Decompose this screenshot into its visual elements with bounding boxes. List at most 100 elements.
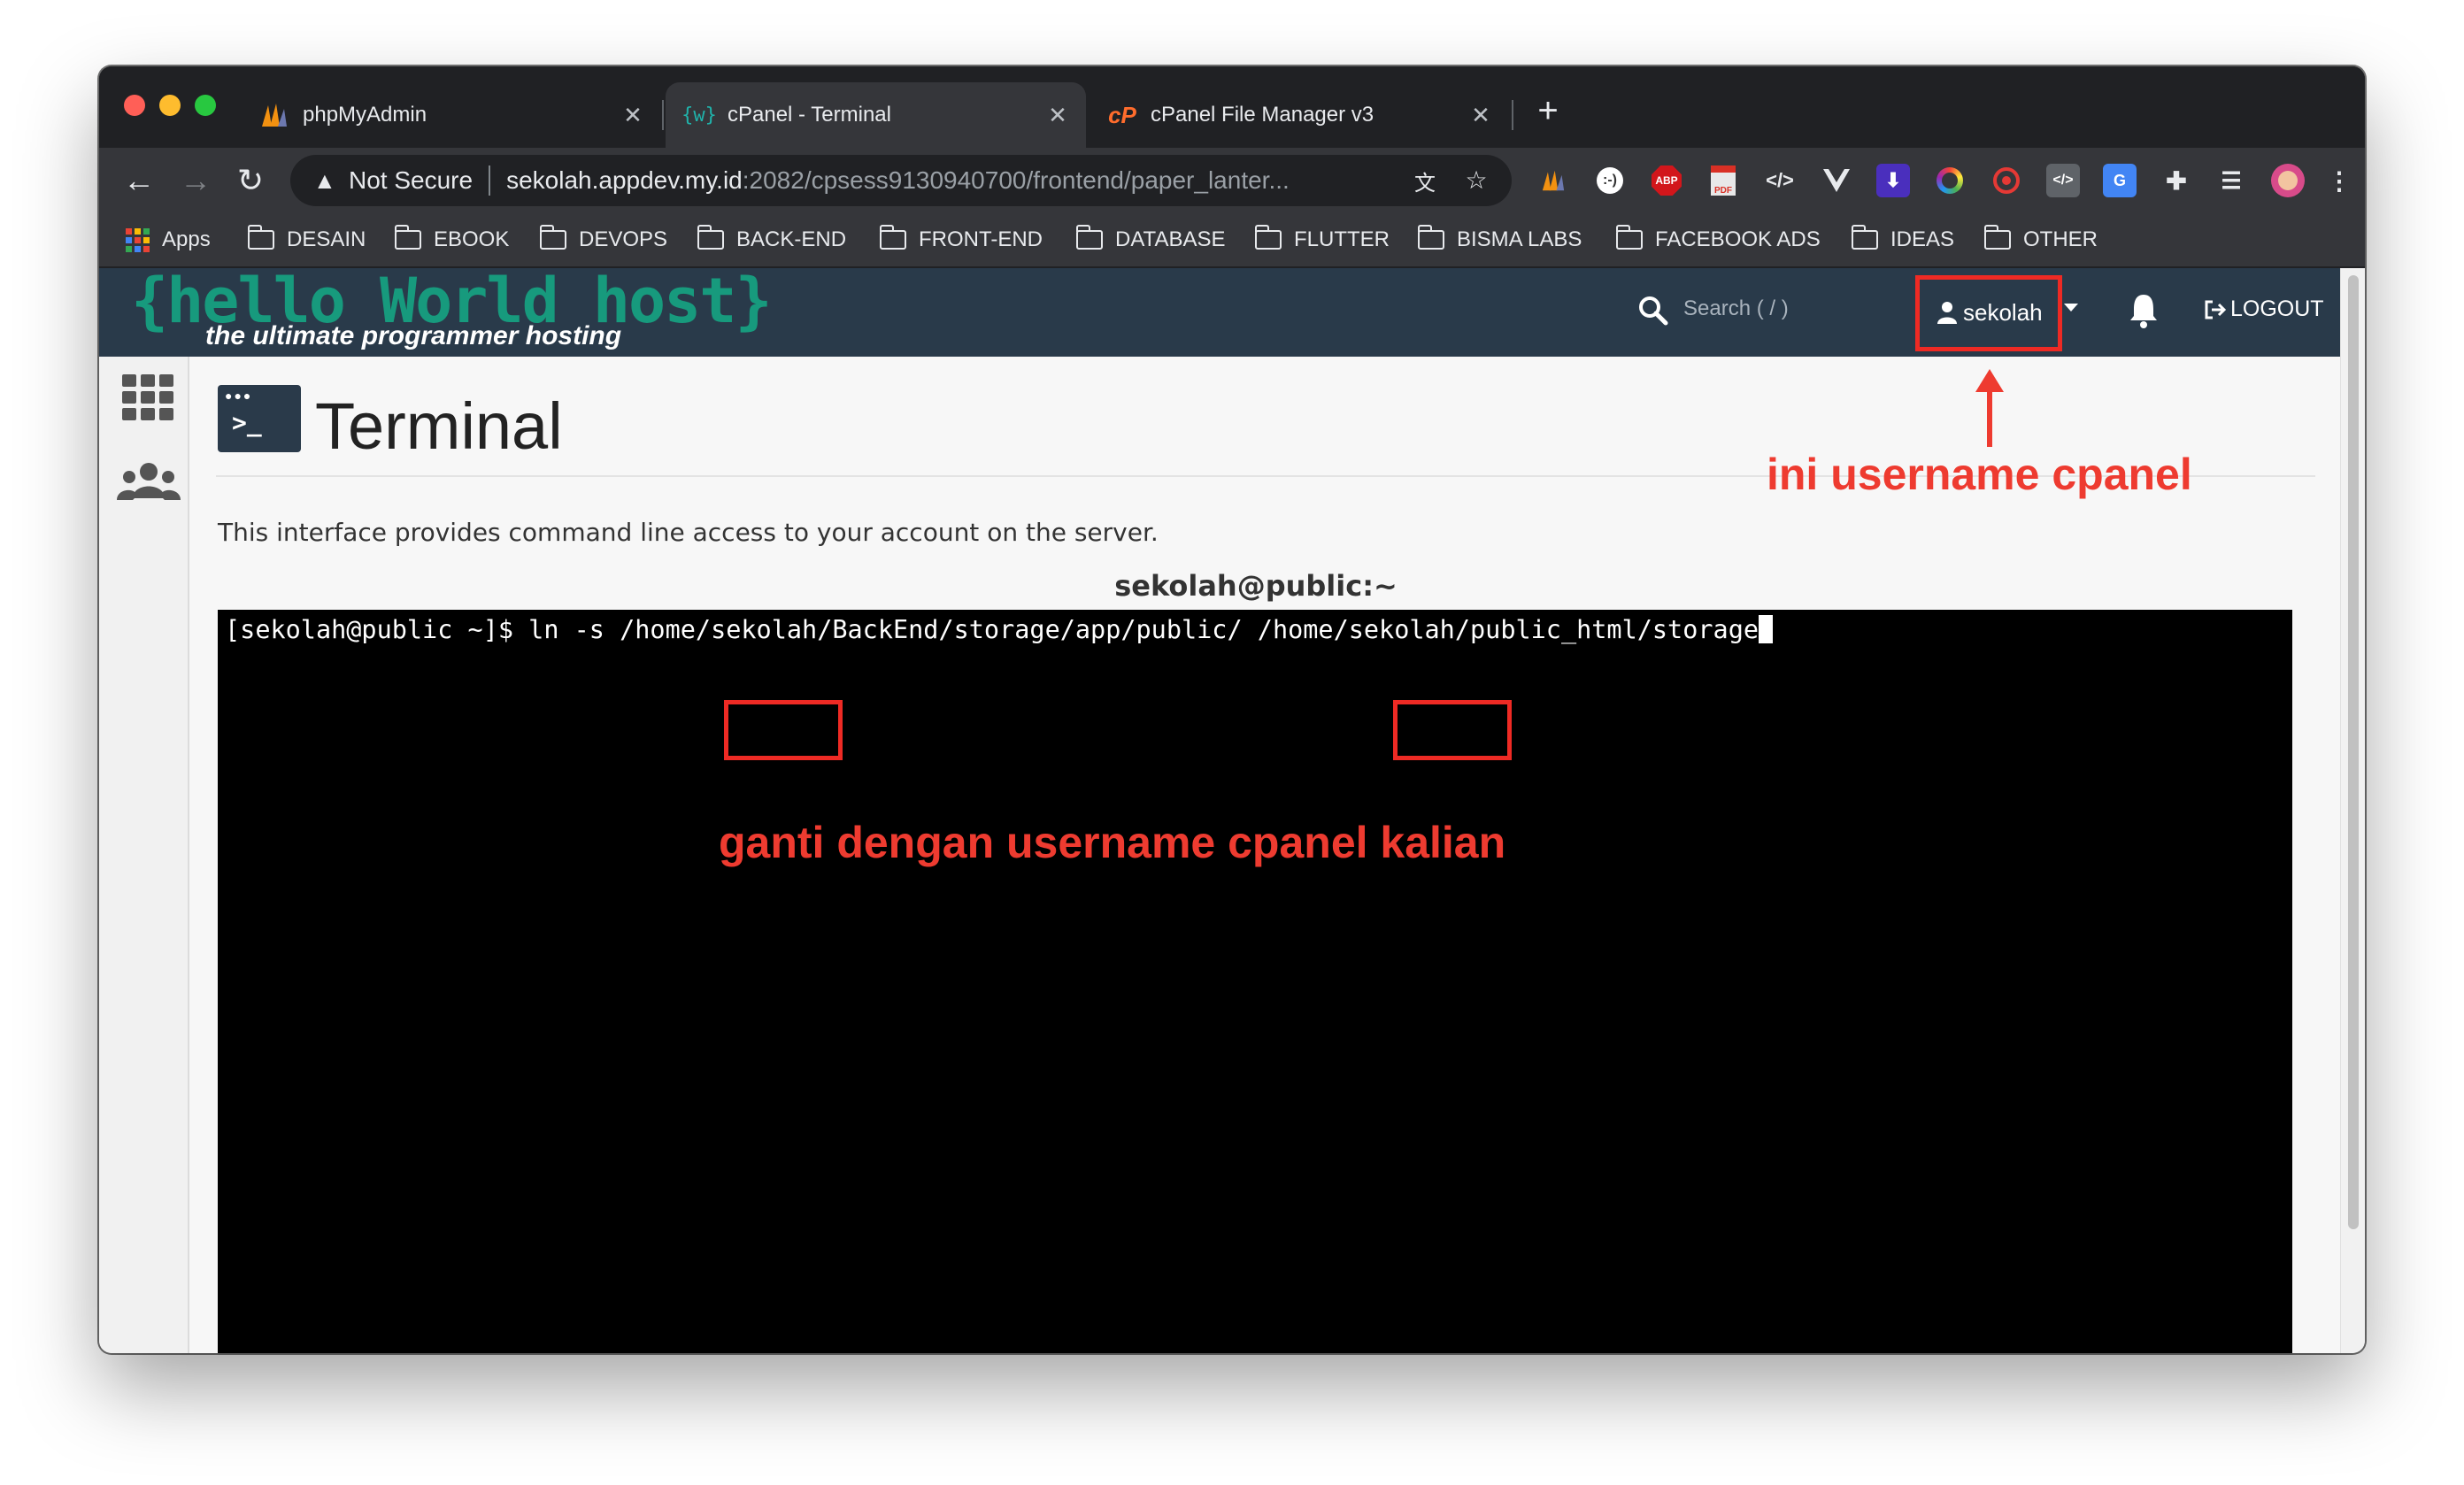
tab-title: cPanel File Manager v3	[1151, 103, 1374, 127]
folder-icon	[248, 225, 274, 250]
download-icon[interactable]: ⬇	[1876, 164, 1910, 197]
command-username: sekolah	[711, 615, 818, 644]
adblock-plus-icon[interactable]: ABP	[1650, 164, 1683, 197]
hosting-tagline: the ultimate programmer hosting	[205, 321, 622, 350]
tab-title: phpMyAdmin	[303, 103, 427, 127]
bookmark-label: IDEAS	[1890, 227, 1955, 251]
bookmark-label: DEVOPS	[579, 227, 668, 251]
annotation-replace-note: ganti dengan username cpanel kalian	[719, 818, 1506, 867]
tab-divider	[1512, 100, 1513, 130]
new-tab-button[interactable]: +	[1526, 91, 1570, 131]
bookmark-folder-desain[interactable]: DESAIN	[248, 222, 366, 258]
bookmark-folder-front-end[interactable]: FRONT-END	[880, 222, 1043, 258]
target-icon[interactable]	[1990, 164, 2023, 197]
annotation-username-note: ini username cpanel	[1767, 450, 2192, 499]
bookmark-folder-ebook[interactable]: EBOOK	[395, 222, 509, 258]
vue-devtools-icon[interactable]	[1820, 164, 1853, 197]
chevron-down-icon[interactable]	[2064, 304, 2078, 312]
folder-icon	[1616, 225, 1643, 250]
tab-cpanel-file-manager[interactable]: cP cPanel File Manager v3 ✕	[1089, 82, 1509, 148]
url-text[interactable]: sekolah.appdev.my.id:2082/cpsess91309407…	[506, 166, 1356, 195]
translate-icon[interactable]: 文	[1409, 165, 1441, 197]
bookmark-folder-bisma-labs[interactable]: BISMA LABS	[1418, 222, 1582, 258]
reload-icon[interactable]: ↻	[228, 158, 273, 203]
bookmark-folder-database[interactable]: DATABASE	[1076, 222, 1225, 258]
window-dots-icon: ●●●	[225, 389, 253, 403]
bookmark-label: FLUTTER	[1294, 227, 1390, 251]
terminal-console[interactable]: [sekolah@public ~]$ ln -s /home/sekolah/…	[218, 610, 2292, 1353]
address-bar[interactable]: ▲ Not Secure sekolah.appdev.my.id:2082/c…	[290, 155, 1512, 206]
command-middle: /BackEnd/storage/app/public/ /home/	[817, 615, 1349, 644]
bookmark-folder-flutter[interactable]: FLUTTER	[1255, 222, 1390, 258]
color-ring-icon[interactable]	[1933, 164, 1967, 197]
phpmyadmin-sail-icon	[258, 99, 290, 131]
maximize-window-button[interactable]	[195, 95, 216, 116]
page-title: Terminal	[315, 389, 563, 463]
bookmark-label: DESAIN	[287, 227, 366, 251]
extensions-puzzle-icon[interactable]: ✚	[2160, 164, 2193, 197]
cpanel-icon: cP	[1108, 101, 1136, 128]
bookmark-apps[interactable]: Apps	[126, 222, 211, 258]
code-brackets-icon[interactable]: </>	[1763, 164, 1797, 197]
bookmark-star-icon[interactable]: ☆	[1460, 165, 1492, 197]
close-window-button[interactable]	[124, 95, 145, 116]
tab-cpanel-terminal[interactable]: {w} cPanel - Terminal ✕	[666, 82, 1086, 148]
extension-smiley-icon[interactable]: :-)	[1593, 164, 1627, 197]
close-icon[interactable]: ✕	[617, 102, 649, 129]
reading-list-icon[interactable]: ☰	[2214, 164, 2248, 197]
url-path: :2082/cpsess9130940700/frontend/paper_la…	[742, 166, 1290, 194]
extension-sail-icon[interactable]	[1536, 164, 1570, 197]
terminal-command-line: [sekolah@public ~]$ ln -s /home/sekolah/…	[225, 615, 1774, 644]
cpanel-sidebar	[99, 357, 189, 1353]
browser-toolbar: ← → ↻ ▲ Not Secure sekolah.appdev.my.id:…	[99, 148, 2365, 213]
pdf-extension-icon[interactable]: PDF	[1706, 164, 1740, 197]
prompt-chevron-icon: >_	[232, 408, 262, 437]
minimize-window-button[interactable]	[159, 95, 181, 116]
scrollbar-thumb[interactable]	[2348, 275, 2359, 1229]
google-translate-icon[interactable]: G	[2103, 164, 2137, 197]
grid-apps-icon[interactable]	[122, 374, 173, 420]
folder-icon	[395, 225, 421, 250]
bookmark-folder-devops[interactable]: DEVOPS	[540, 222, 667, 258]
bookmark-label: OTHER	[2023, 227, 2098, 251]
bookmark-label: EBOOK	[434, 227, 510, 251]
logout-button[interactable]: LOGOUT	[2204, 296, 2324, 322]
folder-icon	[1852, 225, 1878, 250]
bookmark-label: FRONT-END	[919, 227, 1043, 251]
bookmark-folder-other[interactable]: OTHER	[1984, 222, 2098, 258]
bell-icon[interactable]	[2126, 291, 2161, 330]
search-input[interactable]: Search ( / )	[1683, 296, 1789, 321]
bookmarks-bar: Apps DESAIN EBOOK DEVOPS BACK-END FRONT-…	[99, 213, 2365, 268]
address-divider	[489, 165, 491, 196]
tab-divider	[662, 100, 664, 130]
bookmark-folder-ideas[interactable]: IDEAS	[1852, 222, 1954, 258]
users-group-icon[interactable]	[117, 459, 181, 505]
command-prefix: [sekolah@public ~]$ ln -s /home/	[225, 615, 712, 644]
tab-title: cPanel - Terminal	[728, 103, 891, 127]
annotation-highlight-username	[1915, 275, 2062, 351]
page-viewport: {hello World host} the ultimate programm…	[99, 268, 2365, 1353]
forward-arrow-icon[interactable]: →	[173, 158, 218, 203]
folder-icon	[1984, 225, 2011, 250]
folder-icon	[880, 225, 906, 250]
terminal-cursor	[1759, 615, 1774, 643]
page-scrollbar[interactable]	[2340, 268, 2365, 1353]
close-icon[interactable]: ✕	[1042, 102, 1074, 129]
page-description: This interface provides command line acc…	[218, 518, 1159, 547]
bookmark-folder-back-end[interactable]: BACK-END	[697, 222, 846, 258]
logout-label: LOGOUT	[2230, 296, 2324, 321]
bookmark-folder-facebook-ads[interactable]: FACEBOOK ADS	[1616, 222, 1821, 258]
search-icon[interactable]	[1637, 295, 1669, 327]
bookmark-label: Apps	[162, 227, 211, 251]
close-icon[interactable]: ✕	[1465, 102, 1497, 129]
profile-avatar[interactable]	[2271, 164, 2305, 197]
tab-phpmyadmin[interactable]: phpMyAdmin ✕	[241, 82, 661, 148]
code-view-icon[interactable]: </>	[2046, 164, 2080, 197]
back-arrow-icon[interactable]: ←	[117, 158, 161, 203]
terminal-app-icon: ●●● >_	[218, 385, 301, 452]
chrome-menu-icon[interactable]: ⋮	[2322, 164, 2356, 197]
annotation-highlight-username-2	[1393, 700, 1512, 760]
bookmark-label: BISMA LABS	[1457, 227, 1582, 251]
security-label: Not Secure	[349, 166, 474, 194]
warning-icon: ▲	[313, 166, 336, 194]
